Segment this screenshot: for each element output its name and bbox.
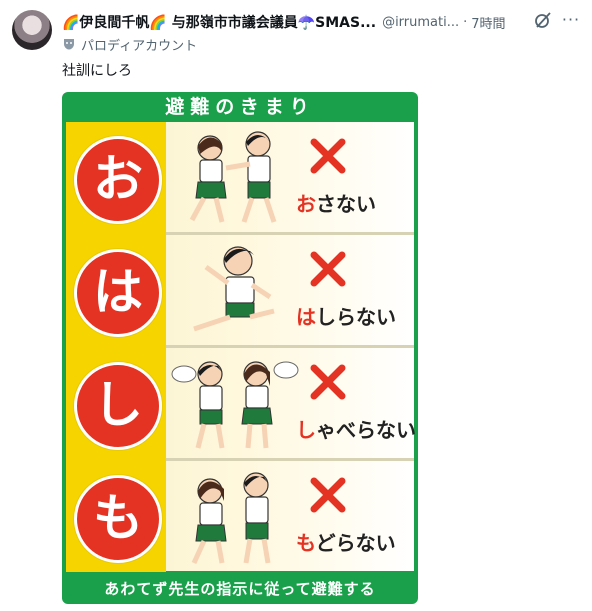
child-running-illustration — [193, 246, 275, 332]
grok-icon[interactable] — [534, 11, 552, 29]
rule-label: はしらない — [296, 301, 396, 330]
display-name[interactable]: 🌈伊良間千帆🌈 与那嶺市市議会議員☂️SMAS... — [62, 12, 376, 32]
rule-letter-circle: は — [74, 249, 162, 337]
x-mark-icon — [310, 251, 346, 287]
parody-account-label: パロディアカウント — [62, 35, 198, 54]
poster-footer: あわてず先生の指示に従って避難する — [104, 580, 376, 598]
rule-rest: ゃべらない — [316, 418, 416, 442]
timestamp[interactable]: 7時間 — [471, 13, 505, 32]
rule-label: おさない — [296, 188, 376, 217]
rule-rest: しらない — [316, 305, 396, 329]
rule-letter-circle: も — [74, 475, 162, 563]
children-pushing-illustration — [189, 131, 277, 223]
rule-label: もどらない — [296, 527, 396, 556]
tweet-header: 🌈伊良間千帆🌈 与那嶺市市議会議員☂️SMAS... @irrumati... … — [62, 12, 582, 32]
x-mark-icon — [310, 138, 346, 174]
poster-title: 避難のきまり — [165, 96, 315, 118]
tweet-text: 社訓にしろ — [62, 63, 132, 79]
more-options-icon[interactable]: ··· — [560, 11, 582, 29]
rule-letter-circle: お — [74, 136, 162, 224]
rule-highlight: お — [296, 192, 316, 216]
children-returning-illustration — [191, 472, 271, 565]
x-mark-icon — [310, 364, 346, 400]
mask-icon — [64, 39, 74, 50]
rule-rest: どらない — [315, 531, 396, 555]
tweet-image[interactable]: 避難のきまり お は し も おさない はしらない しゃべらない もどらない あ… — [62, 92, 418, 604]
rule-highlight: は — [296, 305, 316, 329]
user-handle[interactable]: @irrumati... — [382, 15, 459, 30]
rule-label: しゃべらない — [296, 414, 416, 443]
parody-text: パロディアカウント — [81, 38, 198, 54]
children-talking-illustration — [171, 361, 299, 449]
separator-dot: · — [463, 14, 468, 30]
avatar[interactable] — [12, 10, 52, 50]
rule-letter-circle: し — [74, 362, 162, 450]
rule-highlight: し — [296, 418, 316, 442]
rule-highlight: も — [296, 531, 316, 555]
rule-rest: さない — [316, 192, 376, 216]
x-mark-icon — [310, 477, 346, 513]
